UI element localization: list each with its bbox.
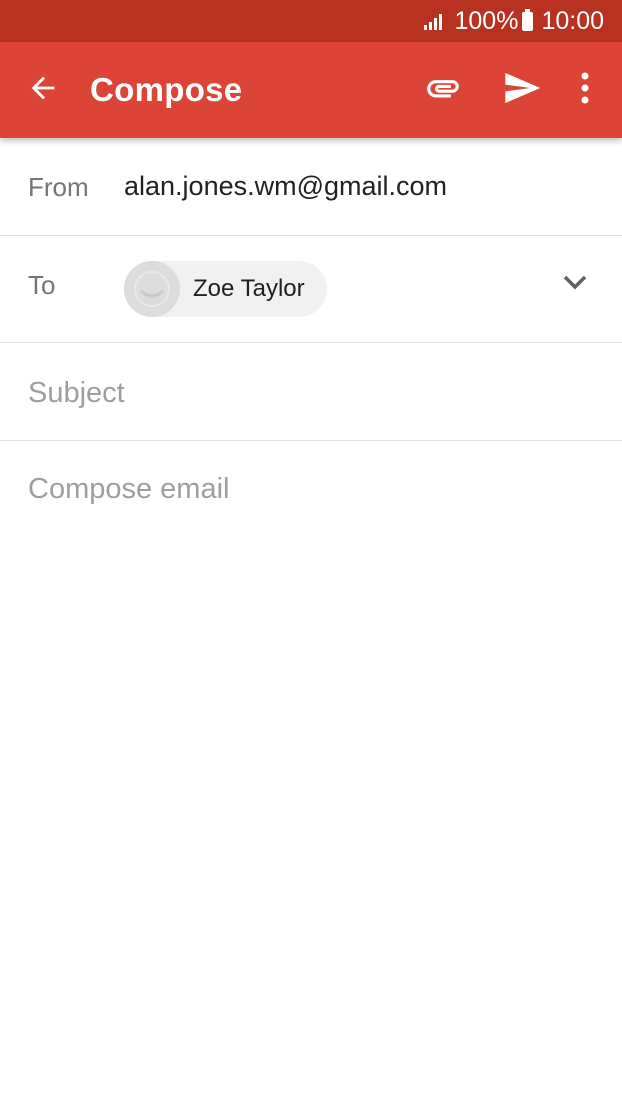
page-title: Compose xyxy=(90,71,243,108)
compose-screen: 100% 10:00 Compose From alan.jones.wm@gm… xyxy=(0,0,622,1105)
from-label: From xyxy=(28,172,89,202)
status-bar: 100% 10:00 xyxy=(0,0,622,42)
battery-icon xyxy=(522,8,534,31)
paperclip-icon xyxy=(424,69,462,112)
subject-row xyxy=(0,343,622,441)
from-account[interactable]: alan.jones.wm@gmail.com xyxy=(124,171,447,202)
app-bar: Compose xyxy=(0,42,622,138)
expand-recipients-button[interactable] xyxy=(562,274,588,297)
app-bar-actions xyxy=(417,42,600,138)
chevron-down-icon xyxy=(562,275,588,296)
to-label: To xyxy=(28,270,56,300)
send-button[interactable] xyxy=(496,64,548,116)
clock: 10:00 xyxy=(541,6,604,35)
from-row[interactable]: From alan.jones.wm@gmail.com xyxy=(0,138,622,236)
compose-body-input[interactable] xyxy=(28,471,588,1071)
battery-percent: 100% xyxy=(454,6,519,35)
recipient-chip[interactable]: Zoe Taylor xyxy=(124,261,327,317)
to-row[interactable]: To Zoe Taylor xyxy=(0,236,622,343)
more-options-button[interactable] xyxy=(570,64,600,116)
attach-button[interactable] xyxy=(417,64,469,116)
signal-icon xyxy=(424,12,446,30)
default-avatar-icon xyxy=(124,261,180,317)
back-button[interactable] xyxy=(23,70,63,110)
body-area xyxy=(0,441,622,1101)
send-icon xyxy=(502,68,542,113)
recipient-name: Zoe Taylor xyxy=(193,275,305,302)
arrow-back-icon xyxy=(26,71,60,110)
more-vert-icon xyxy=(580,72,590,109)
subject-input[interactable] xyxy=(28,375,588,411)
